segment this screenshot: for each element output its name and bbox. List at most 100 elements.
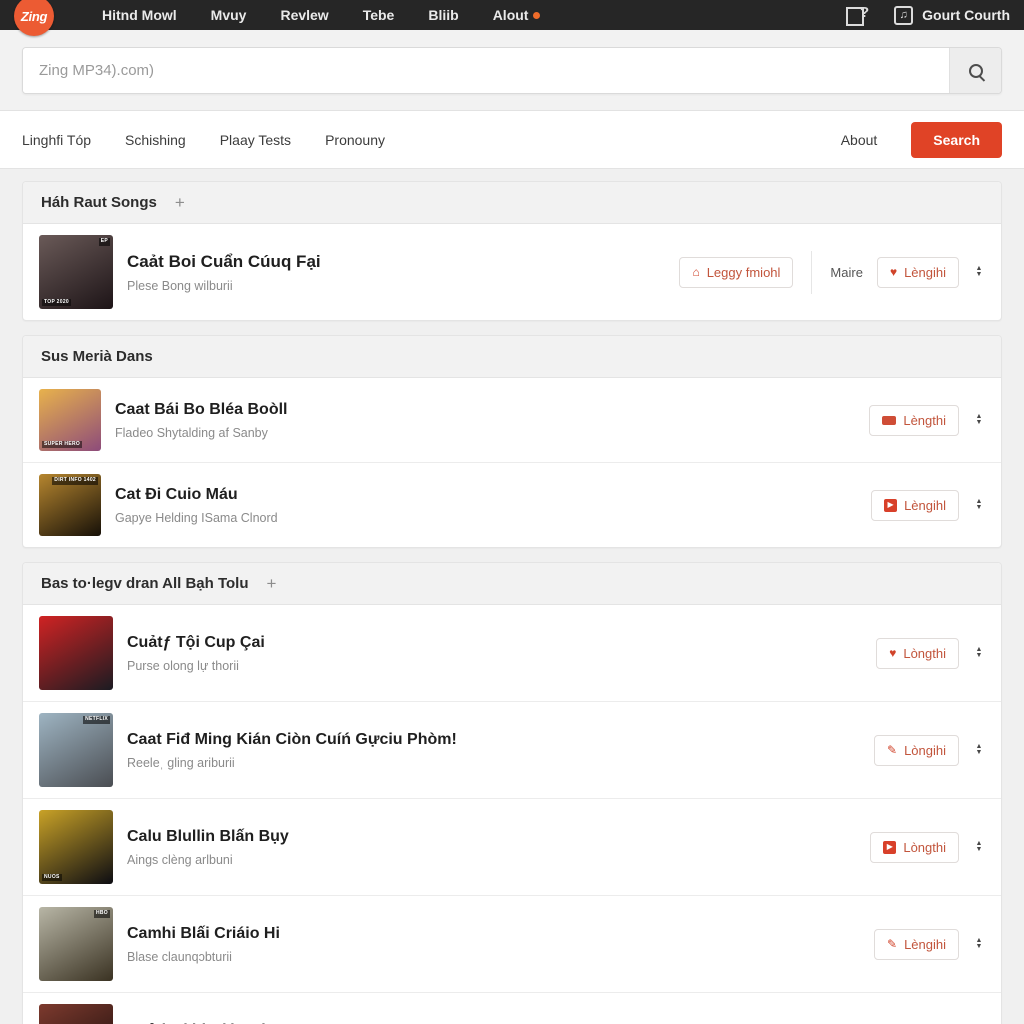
sort-updown-icon[interactable]: ▲ ▼: [973, 413, 985, 426]
song-row[interactable]: DIRT INFO 1402 Cat Đi Cuio Máu Gaрye Heldi…: [23, 463, 1001, 547]
heart-icon: ♥: [889, 646, 897, 660]
action-button-heart[interactable]: ♥ Lèngihi: [876, 256, 959, 288]
add-plus-icon[interactable]: +: [175, 194, 185, 211]
song-subtitle: Gaрye Helding ISamа Clnord: [115, 510, 278, 525]
row-actions: ♥ Lòngthi ▲ ▼: [876, 637, 985, 669]
thumbnail-bottom-badge: TOP 2020: [42, 298, 72, 306]
tab-0[interactable]: Linghfi Tóp: [22, 132, 91, 148]
orange-dot-icon: [533, 12, 541, 19]
account-badge-icon: ♫: [894, 5, 914, 25]
song-thumbnail[interactable]: Turkita Ultracy: [39, 1004, 113, 1024]
section-title: Bas to·legv dran All Bạh Tolu: [41, 575, 249, 592]
tab-1[interactable]: Schishing: [125, 132, 186, 148]
song-thumbnail[interactable]: NUOS: [39, 810, 113, 884]
song-row[interactable]: Cuảtƒ Tội Cup Çai Purse olong lự thorii ♥ L…: [23, 605, 1001, 702]
top-nav-item-4[interactable]: Bliib: [428, 7, 458, 23]
top-nav-links: Hitnd Mowl Mvuy Revlew Tebe Bliib Alout: [102, 7, 541, 23]
add-plus-icon[interactable]: +: [267, 575, 277, 592]
song-meta: Calu Blullin Blấn Bụy Aings clèng arlbuni: [127, 827, 858, 867]
document-question-icon[interactable]: [846, 4, 869, 26]
thumbnail-bottom-badge: SUPER HERO: [42, 440, 83, 448]
action-button-heart[interactable]: ♥ Lòngthi: [876, 637, 959, 669]
vertical-divider: [811, 250, 813, 294]
sort-updown-icon[interactable]: ▲ ▼: [973, 265, 985, 278]
secondary-tab-bar: Linghfi Tóp Schishing Plaay Tests Pronouny A…: [0, 111, 1024, 169]
account-menu[interactable]: ♫ Gourt Courth: [894, 5, 1010, 25]
song-thumbnail[interactable]: HBO: [39, 907, 113, 981]
action-button-square-play[interactable]: ▶ Lòngthi: [870, 831, 959, 863]
song-thumbnail[interactable]: NETFLIX: [39, 713, 113, 787]
action-button-home[interactable]: ⌂ Leggy fmiohl: [679, 256, 794, 288]
song-thumbnail[interactable]: DIRT INFO 1402: [39, 474, 101, 536]
song-subtitle: Reeleˌ ɡling ariburii: [127, 755, 235, 770]
sort-updown-icon[interactable]: ▲ ▼: [973, 646, 985, 659]
song-title[interactable]: Camhi Blấi Criáio Hi: [127, 924, 862, 945]
song-title[interactable]: Cuảtƒ Tội Cup Çai: [127, 633, 864, 654]
action-button-label: Lèngihi: [904, 264, 946, 280]
row-actions: ✎ Lèngihi ▲ ▼: [874, 928, 985, 960]
top-nav-item-5[interactable]: Alout: [493, 7, 541, 23]
thumbnail-top-badge: DIRT INFO 1402: [52, 477, 98, 485]
search-button[interactable]: Search: [911, 121, 1002, 158]
song-row[interactable]: NUOS Calu Blullin Blấn Bụy Aings clèng arl…: [23, 799, 1001, 896]
action-button-pen[interactable]: ✎ Lèngihi: [874, 928, 959, 960]
song-subtitle: Blase claunqɔbturii: [127, 949, 232, 964]
song-title[interactable]: Caat Fiđ Ming Kián Ciòn Cuíń Gựciu Phòm!: [127, 730, 862, 751]
search-input[interactable]: [23, 48, 949, 93]
action-button-label: Lòngthi: [903, 839, 946, 855]
song-meta: Caảt Boi Cuẩn Cúuq Fại Plese Bong wilburi…: [127, 251, 667, 292]
song-row[interactable]: EP TOP 2020 Caảt Boi Cuẩn Cúuq Fại Plese Bo…: [23, 224, 1001, 320]
song-title[interactable]: Calu Blullin Blấn Bụy: [127, 827, 858, 848]
tab-2[interactable]: Plaay Tests: [220, 132, 291, 148]
song-thumbnail[interactable]: [39, 616, 113, 690]
song-row[interactable]: SUPER HERO Caat Bái Bo Bléa Boòll Fladeo S…: [23, 378, 1001, 463]
thumbnail-top-badge: EP: [98, 238, 110, 246]
song-row[interactable]: NETFLIX Caat Fiđ Ming Kián Ciòn Cuíń Gựci…: [23, 702, 1001, 799]
thumbnail-top-badge: NETFLIX: [83, 716, 110, 724]
account-label: Gourt Courth: [922, 7, 1010, 23]
song-title[interactable]: Caat Bái Bo Bléa Boòll: [115, 400, 857, 421]
section-card: Bas to·legv dran All Bạh Tolu + Cuảtƒ Tội …: [22, 562, 1002, 1024]
song-subtitle: Plese Bong wilburii: [127, 278, 233, 293]
song-meta: Cat Đi Cuio Máu Gaрye Helding ISamа Clnor…: [115, 485, 859, 525]
top-nav-item-1[interactable]: Mvuy: [211, 7, 247, 23]
song-subtitle: Purse olong lự thorii: [127, 658, 239, 673]
section-header: Sus Merià Dans: [23, 336, 1001, 378]
sort-updown-icon[interactable]: ▲ ▼: [973, 840, 985, 853]
top-nav-item-3[interactable]: Tebe: [363, 7, 395, 23]
row-actions: ▶ Lòngthi ▲ ▼: [870, 831, 985, 863]
sort-updown-icon[interactable]: ▲ ▼: [973, 498, 985, 511]
song-meta: Caat Bái Bo Bléa Boòll Fladeo Shytalding …: [115, 400, 857, 440]
search-submit-button[interactable]: [949, 48, 1001, 93]
song-subtitle: Aings clèng arlbuni: [127, 852, 233, 867]
section-card: Háh Raut Songs + EP TOP 2020 Caảt Boi Cuẩn C…: [22, 181, 1002, 321]
row-actions: ✎ Lòngihi ▲ ▼: [874, 734, 985, 766]
section-card: Sus Merià Dans SUPER HERO Caat Bái Bo Bléa…: [22, 335, 1002, 548]
song-meta: Cuảtƒ Tội Cup Çai Purse olong lự thorii: [127, 633, 864, 673]
row-actions: ⌂ Leggy fmiohl Maire ♥ Lèngihi ▲ ▼: [679, 250, 985, 294]
song-row[interactable]: Turkita UltracyCaảti Bùhi Cián RlBinse L…: [23, 993, 1001, 1024]
song-row[interactable]: HBO Camhi Blấi Criáio Hi Blase claunqɔbtur…: [23, 896, 1001, 993]
sort-updown-icon[interactable]: ▲ ▼: [973, 743, 985, 756]
top-navigation-bar: Zing Hitnd Mowl Mvuy Revlew Tebe Bliib Alout …: [0, 0, 1024, 36]
song-thumbnail[interactable]: EP TOP 2020: [39, 235, 113, 309]
tab-3[interactable]: Pronouny: [325, 132, 385, 148]
top-nav-item-0[interactable]: Hitnd Mowl: [102, 7, 177, 23]
bar-icon: [882, 415, 897, 425]
action-button-label: Lòngthi: [903, 645, 946, 661]
song-title[interactable]: Caảt Boi Cuẩn Cúuq Fại: [127, 251, 667, 273]
sort-updown-icon[interactable]: ▲ ▼: [973, 937, 985, 950]
song-thumbnail[interactable]: SUPER HERO: [39, 389, 101, 451]
song-subtitle: Fladeo Shytalding af Sanby: [115, 425, 268, 440]
action-button-pen[interactable]: ✎ Lòngihi: [874, 734, 959, 766]
square-play-icon: ▶: [884, 498, 898, 512]
about-link[interactable]: About: [841, 132, 878, 148]
action-button-bar[interactable]: Lèngthi: [869, 404, 959, 436]
action-button-square-play[interactable]: ▶ Lèngihl: [871, 489, 959, 521]
search-strip: [0, 30, 1024, 111]
song-title[interactable]: Cat Đi Cuio Máu: [115, 485, 859, 506]
thumbnail-bottom-badge: NUOS: [42, 873, 62, 881]
pen-icon: ✎: [887, 937, 898, 951]
row-actions: ▶ Lèngihl ▲ ▼: [871, 489, 985, 521]
top-nav-item-2[interactable]: Revlew: [280, 7, 328, 23]
